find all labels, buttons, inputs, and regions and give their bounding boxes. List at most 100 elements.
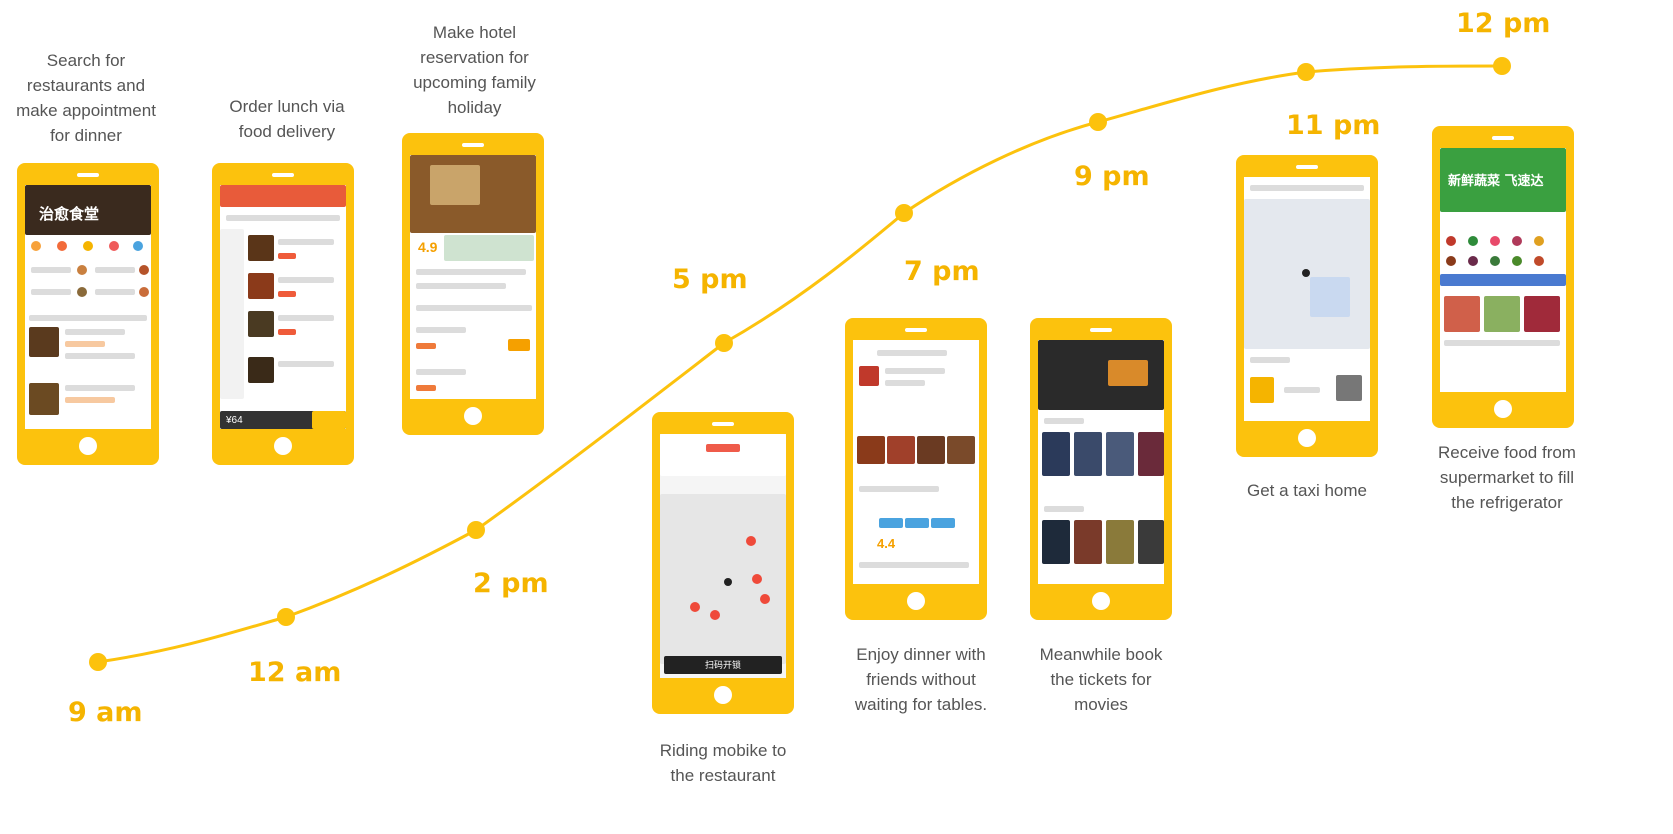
location-pin-icon [724, 578, 732, 586]
movie-poster [1042, 432, 1070, 476]
list-line [1250, 357, 1290, 363]
phone-taxi [1236, 155, 1378, 457]
list-line [95, 267, 135, 273]
phone-grocery: 新鲜蔬菜 飞速达 [1432, 126, 1574, 428]
caption-movies: Meanwhile book the tickets for movies [1039, 645, 1163, 714]
list-line [278, 361, 334, 367]
dish-photo [917, 436, 945, 464]
search-banner-title: 治愈食堂 [39, 205, 100, 223]
caption-taxi: Get a taxi home [1246, 481, 1367, 500]
price-line [416, 385, 436, 391]
timeline-dot-5pm [715, 334, 733, 352]
movie-banner-art [1108, 360, 1148, 386]
phone-speaker [77, 173, 99, 177]
produce-icon [1534, 256, 1544, 266]
dish-photo [857, 436, 885, 464]
phone-speaker [712, 422, 734, 426]
dish-photo [248, 235, 274, 261]
list-line [859, 562, 969, 568]
list-line [877, 350, 947, 356]
product-photo [1484, 296, 1520, 332]
price-line [416, 343, 436, 349]
restaurant-photo [29, 327, 59, 357]
mobike-screen: 扫码开锁 [660, 434, 786, 678]
product-photo [1524, 296, 1560, 332]
queue-tab [931, 518, 955, 528]
checkout-button [312, 411, 346, 429]
grocery-screen: 新鲜蔬菜 飞速达 [1440, 148, 1566, 392]
time-label-12pm: 12 pm [1456, 8, 1551, 39]
caption-hotel: Make hotel reservation for upcoming fami… [413, 23, 536, 117]
phone-hotel-booking: 4.9 [402, 133, 544, 435]
produce-icon [1512, 256, 1522, 266]
restaurant-search-screen: 治愈食堂 [25, 185, 151, 429]
category-icon [57, 241, 67, 251]
phone-movies [1030, 318, 1172, 620]
movie-poster [1106, 432, 1134, 476]
list-line [278, 239, 334, 245]
dinner-rating: 4.4 [877, 536, 896, 551]
list-line [885, 380, 925, 386]
phone-speaker [462, 143, 484, 147]
caption-dinner: Enjoy dinner with friends without waitin… [854, 645, 988, 714]
dish-photo [947, 436, 975, 464]
taxi-qr-code [1336, 375, 1362, 401]
movie-poster [1138, 520, 1164, 564]
list-line [29, 315, 147, 321]
time-label-11pm: 11 pm [1286, 110, 1381, 141]
book-button [508, 339, 530, 351]
bike-marker [746, 536, 756, 546]
time-label-9pm: 9 pm [1074, 161, 1150, 192]
queue-tab [905, 518, 929, 528]
category-icon [83, 241, 93, 251]
dish-thumb [77, 287, 87, 297]
taxi-route [1310, 277, 1350, 317]
taxi-car-badge [1250, 377, 1274, 403]
timeline-dot-12am [277, 608, 295, 626]
produce-icon [1446, 256, 1456, 266]
home-button [714, 686, 732, 704]
home-button [907, 592, 925, 610]
list-line [416, 327, 466, 333]
list-line [65, 353, 135, 359]
list-line [65, 397, 115, 403]
home-button [274, 437, 292, 455]
hotel-map-thumb [444, 235, 534, 261]
list-line [1284, 387, 1320, 393]
restaurant-photo [29, 383, 59, 415]
movies-screen [1038, 340, 1164, 584]
list-line [1044, 506, 1084, 512]
timeline-dot-11pm [1297, 63, 1315, 81]
timeline-dot-12pm [1493, 57, 1511, 75]
produce-icon [1490, 256, 1500, 266]
home-button [79, 437, 97, 455]
list-line [416, 283, 506, 289]
phone-mobike: 扫码开锁 [652, 412, 794, 714]
mobike-map [660, 494, 786, 664]
phone-speaker [905, 328, 927, 332]
menu-tabs [226, 215, 340, 221]
price-line [278, 329, 296, 335]
time-label-12am: 12 am [248, 657, 342, 688]
produce-icon [1490, 236, 1500, 246]
bike-marker [752, 574, 762, 584]
produce-icon [1468, 256, 1478, 266]
category-icon [133, 241, 143, 251]
grocery-banner-title: 新鲜蔬菜 飞速达 [1448, 174, 1544, 189]
category-sidebar [220, 229, 244, 399]
list-line [416, 269, 526, 275]
dish-thumb [77, 265, 87, 275]
taxi-screen [1244, 177, 1370, 421]
phone-restaurant-search: 治愈食堂 [17, 163, 159, 465]
list-line [885, 368, 945, 374]
mobike-header [660, 434, 786, 476]
caption-search: Search for restaurants and make appointm… [16, 51, 156, 145]
bike-marker [710, 610, 720, 620]
timeline-dot-7pm [895, 204, 913, 222]
hotel-room-window [430, 165, 480, 205]
category-icon [109, 241, 119, 251]
home-button [1298, 429, 1316, 447]
bike-marker [690, 602, 700, 612]
produce-icon [1512, 236, 1522, 246]
promo-strip [1440, 274, 1566, 286]
